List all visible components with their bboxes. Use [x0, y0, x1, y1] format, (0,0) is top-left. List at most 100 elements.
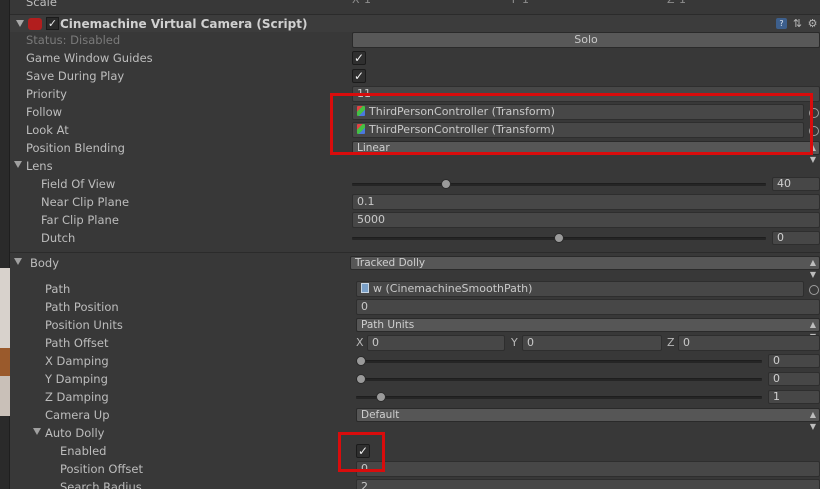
path-position-field[interactable]: 0: [356, 299, 820, 315]
position-units-label: Position Units: [45, 318, 123, 332]
x-damping-row: X Damping 0: [10, 352, 820, 370]
scale-y-value[interactable]: 1: [522, 0, 529, 9]
body-foldout[interactable]: Body Tracked Dolly ▲ ▼: [10, 254, 820, 279]
dutch-value[interactable]: 0: [772, 231, 820, 245]
gear-icon[interactable]: ⚙: [807, 18, 818, 29]
look-at-value: ThirdPersonController (Transform): [369, 123, 555, 136]
camera-up-row: Camera Up Default ▲ ▼: [10, 406, 820, 431]
look-at-picker-icon[interactable]: [809, 126, 819, 136]
scale-row: Scale X 1 Y 1 Z 1: [10, 0, 820, 11]
path-offset-label: Path Offset: [45, 336, 109, 350]
transform-icon: [357, 124, 365, 134]
dropdown-arrow-icon: ▲▼: [809, 258, 816, 279]
follow-label: Follow: [26, 105, 63, 119]
inspector-panel: Scale X 1 Y 1 Z 1 ✓ Cinemachine Virtual …: [10, 0, 820, 489]
save-during-play-checkbox[interactable]: ✓: [352, 69, 366, 83]
camera-up-dropdown[interactable]: Default ▲ ▼: [356, 408, 820, 431]
field-of-view-value[interactable]: 40: [772, 177, 820, 191]
scale-z-label: Z: [667, 0, 675, 9]
auto-dolly-position-offset-row: Position Offset 0: [10, 460, 820, 478]
near-clip-plane-label: Near Clip Plane: [41, 195, 130, 209]
sliders-icon[interactable]: ⇅: [792, 18, 803, 29]
priority-field[interactable]: 11: [352, 86, 820, 102]
y-damping-label: Y Damping: [45, 372, 108, 386]
x-damping-label: X Damping: [45, 354, 109, 368]
x-damping-slider-knob[interactable]: [356, 356, 366, 366]
camera-icon: [28, 18, 42, 30]
field-of-view-row: Field Of View 40: [10, 175, 820, 193]
path-offset-y-field[interactable]: 0: [522, 335, 662, 351]
body-fold-icon[interactable]: [14, 258, 22, 265]
auto-dolly-fold-icon[interactable]: [33, 428, 41, 435]
x-damping-value[interactable]: 0: [768, 354, 820, 368]
position-units-row: Position Units Path Units▲▼: [10, 316, 820, 341]
y-damping-slider-knob[interactable]: [356, 374, 366, 384]
path-value: w (CinemachineSmoothPath): [373, 282, 533, 295]
follow-picker-icon[interactable]: [809, 108, 819, 118]
path-field[interactable]: w (CinemachineSmoothPath): [356, 281, 804, 297]
y-damping-row: Y Damping 0: [10, 370, 820, 388]
camera-up-label: Camera Up: [45, 408, 110, 422]
auto-dolly-foldout[interactable]: Auto Dolly: [10, 424, 820, 442]
look-at-label: Look At: [26, 123, 69, 137]
z-damping-label: Z Damping: [45, 390, 109, 404]
body-mode-dropdown[interactable]: Tracked Dolly ▲ ▼: [350, 256, 820, 279]
body-label: Body: [30, 256, 60, 270]
scene-view-image: [0, 376, 10, 416]
path-offset-z-field[interactable]: 0: [678, 335, 820, 351]
dutch-slider-knob[interactable]: [554, 233, 564, 243]
scale-x-value[interactable]: 1: [364, 0, 371, 9]
scale-label: Scale: [26, 0, 57, 9]
path-offset-z-label: Z: [667, 336, 675, 349]
auto-dolly-enabled-checkbox[interactable]: ✓: [356, 444, 370, 458]
auto-dolly-search-radius-field[interactable]: 2: [356, 479, 820, 489]
game-window-guides-row: Game Window Guides ✓: [10, 49, 820, 67]
component-fold-icon[interactable]: [16, 20, 24, 27]
save-during-play-row: Save During Play ✓: [10, 67, 820, 85]
x-damping-slider-track[interactable]: [356, 360, 762, 363]
lens-foldout[interactable]: Lens: [10, 157, 820, 175]
near-clip-plane-field[interactable]: 0.1: [352, 194, 820, 210]
book-icon[interactable]: ?: [776, 18, 787, 29]
y-damping-value[interactable]: 0: [768, 372, 820, 386]
position-blending-dropdown[interactable]: Linear ▲ ▼: [352, 141, 820, 164]
scale-z-value[interactable]: 1: [679, 0, 686, 9]
path-label: Path: [45, 282, 71, 296]
z-damping-slider-track[interactable]: [356, 396, 762, 399]
auto-dolly-search-radius-row: Search Radius 2: [10, 478, 820, 489]
follow-row: Follow ThirdPersonController (Transform): [10, 103, 820, 121]
camera-up-value: Default: [361, 409, 400, 421]
section-divider: [10, 252, 820, 253]
field-of-view-slider-track[interactable]: [352, 183, 766, 186]
dutch-row: Dutch 0: [10, 229, 820, 247]
solo-button[interactable]: Solo: [352, 32, 820, 48]
component-header[interactable]: ✓ Cinemachine Virtual Camera (Script) ? …: [10, 14, 820, 32]
transform-icon: [357, 106, 365, 116]
y-damping-slider-track[interactable]: [356, 378, 762, 381]
z-damping-slider-knob[interactable]: [375, 392, 386, 402]
look-at-field[interactable]: ThirdPersonController (Transform): [352, 122, 804, 138]
auto-dolly-position-offset-field[interactable]: 0: [356, 461, 820, 477]
far-clip-plane-field[interactable]: 5000: [352, 212, 820, 228]
position-units-dropdown[interactable]: Path Units▲▼: [356, 318, 820, 341]
auto-dolly-position-offset-label: Position Offset: [60, 462, 143, 476]
far-clip-plane-label: Far Clip Plane: [41, 213, 119, 227]
auto-dolly-label: Auto Dolly: [45, 426, 105, 440]
near-clip-plane-row: Near Clip Plane 0.1: [10, 193, 820, 211]
status-row: Status: Disabled Solo: [10, 31, 820, 49]
far-clip-plane-row: Far Clip Plane 5000: [10, 211, 820, 229]
scene-view-image: [0, 268, 10, 348]
field-of-view-slider-knob[interactable]: [440, 179, 451, 189]
auto-dolly-enabled-row: Enabled ✓: [10, 442, 820, 460]
path-offset-row: Path Offset X 0 Y 0 Z 0: [10, 334, 820, 352]
lens-fold-icon[interactable]: [14, 161, 22, 168]
path-offset-x-field[interactable]: 0: [367, 335, 505, 351]
lens-label: Lens: [26, 159, 53, 173]
z-damping-value[interactable]: 1: [768, 390, 820, 404]
follow-field[interactable]: ThirdPersonController (Transform): [352, 104, 804, 120]
path-picker-icon[interactable]: [809, 285, 819, 295]
game-window-guides-checkbox[interactable]: ✓: [352, 51, 366, 65]
path-offset-y-label: Y: [511, 336, 518, 349]
component-enabled-checkbox[interactable]: ✓: [46, 17, 59, 30]
dutch-label: Dutch: [41, 231, 76, 245]
